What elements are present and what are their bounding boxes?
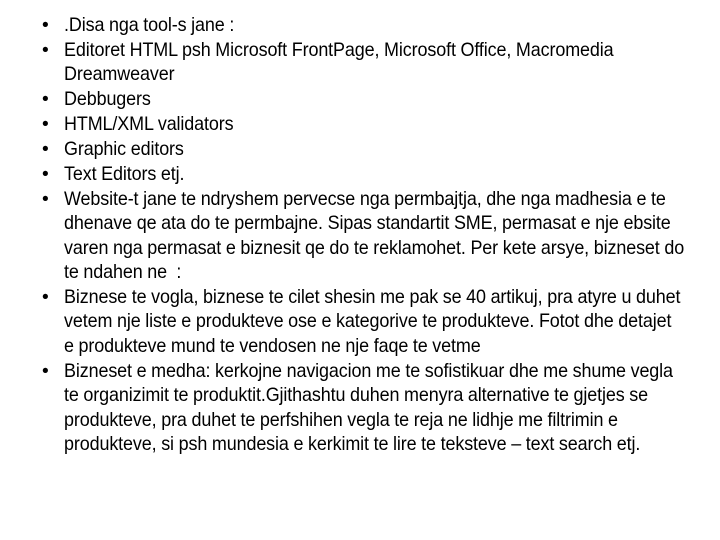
list-item: • Debbugers — [36, 88, 684, 112]
bullet-point-icon: • — [42, 89, 49, 111]
list-item-text-inner: Editoret HTML psh Microsoft FrontPage, M… — [64, 39, 619, 86]
list-item-text: .Disa nga tool-s jane : — [64, 14, 684, 38]
bullet-point-icon: • — [42, 360, 49, 382]
list-item: • Graphic editors — [36, 138, 684, 162]
bullet-point-icon: • — [42, 188, 49, 210]
list-item: • Biznese te vogla, biznese te cilet she… — [36, 286, 684, 359]
list-item-text: Bizneset e medha: kerkojne navigacion me… — [64, 360, 684, 458]
list-item-text: Text Editors etj. — [64, 163, 684, 187]
list-item-text: Debbugers — [64, 88, 684, 112]
list-item-text-inner: HTML/XML validators — [64, 114, 234, 136]
list-item-text-inner: Graphic editors — [64, 139, 184, 161]
list-item-text-inner: Website-t jane te ndryshem pervecse nga … — [64, 188, 689, 284]
bullet-point-icon: • — [42, 163, 49, 185]
bullet-point-icon: • — [42, 114, 49, 136]
list-item-text-inner: Debbugers — [64, 89, 151, 111]
list-item: • Text Editors etj. — [36, 163, 684, 187]
list-item-text: Graphic editors — [64, 138, 684, 162]
list-item-text-inner: Biznese te vogla, biznese te cilet shesi… — [64, 286, 686, 357]
list-item: • Bizneset e medha: kerkojne navigacion … — [36, 360, 684, 458]
bulleted-content-list: • .Disa nga tool-s jane : • Editoret HTM… — [36, 14, 684, 458]
bullet-point-icon: • — [42, 39, 49, 61]
slide-canvas: • .Disa nga tool-s jane : • Editoret HTM… — [0, 0, 720, 540]
list-item-text: Biznese te vogla, biznese te cilet shesi… — [64, 286, 684, 359]
list-item: • .Disa nga tool-s jane : — [36, 14, 684, 38]
list-item-text-inner: Text Editors etj. — [64, 163, 185, 185]
bullet-point-icon: • — [42, 15, 49, 36]
bullet-point-icon: • — [42, 286, 49, 308]
list-item-text: Editoret HTML psh Microsoft FrontPage, M… — [64, 39, 684, 88]
list-item-text: Website-t jane te ndryshem pervecse nga … — [64, 188, 684, 286]
list-item-text-inner: Bizneset e medha: kerkojne navigacion me… — [64, 360, 678, 455]
bullet-point-icon: • — [42, 139, 49, 161]
list-item-text-inner: .Disa nga tool-s jane : — [64, 15, 235, 36]
list-item: • Editoret HTML psh Microsoft FrontPage,… — [36, 39, 684, 88]
list-item: • Website-t jane te ndryshem pervecse ng… — [36, 188, 684, 286]
list-item-text: HTML/XML validators — [64, 113, 684, 137]
list-item: • HTML/XML validators — [36, 113, 684, 137]
